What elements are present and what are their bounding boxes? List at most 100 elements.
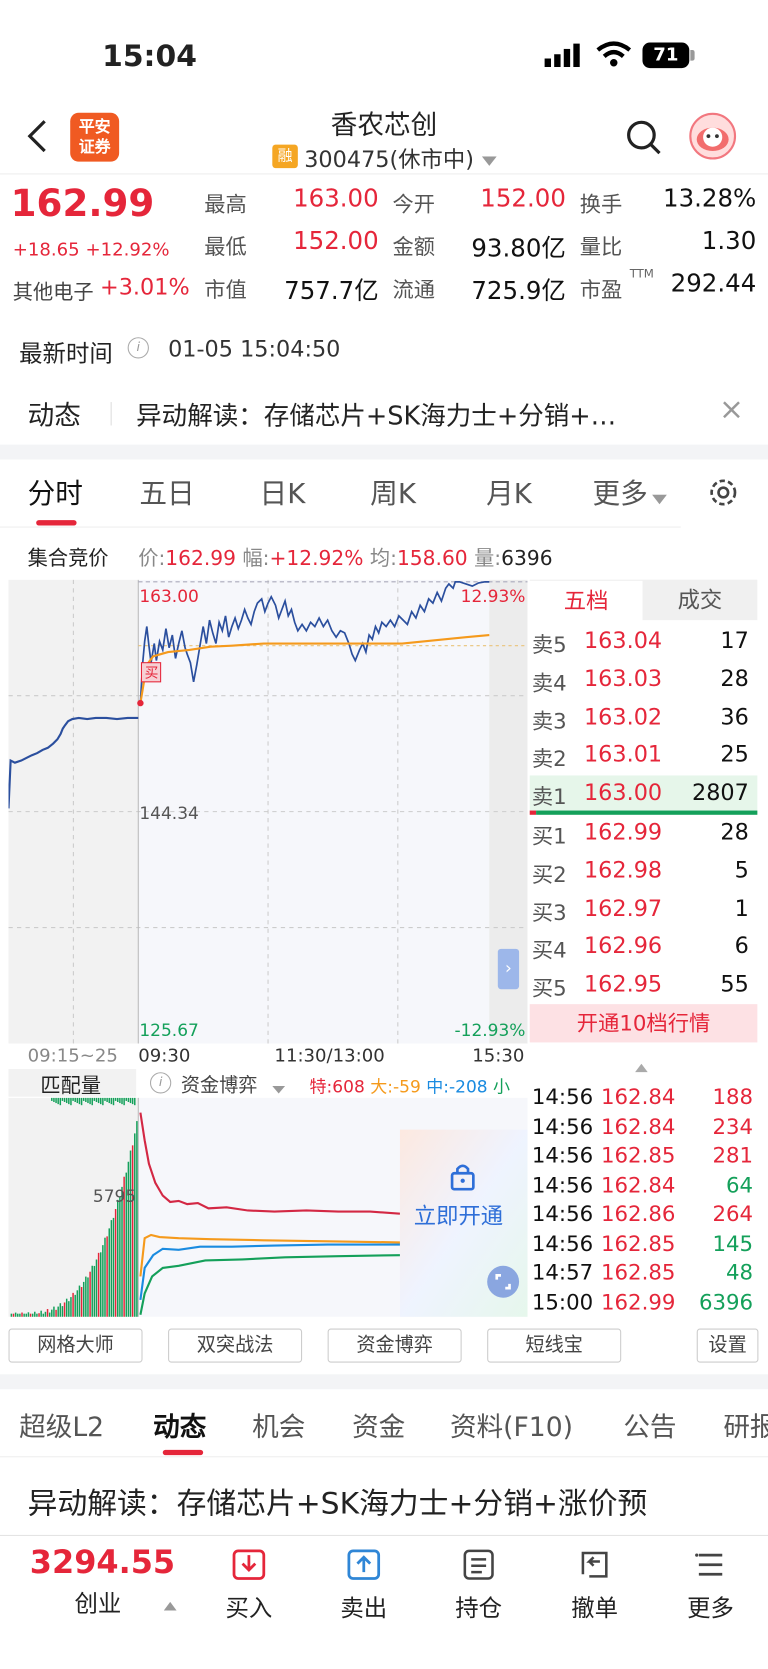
tab-chart-4[interactable]: 月K [486,472,532,511]
section-tab[interactable]: 机会 [252,1406,305,1444]
tab-chart-3[interactable]: 周K [370,472,416,511]
match-volume-bar [31,1313,34,1317]
info-icon[interactable]: i [127,337,149,359]
dropdown-icon[interactable] [481,151,497,171]
index-expand-icon[interactable] [163,1594,177,1614]
match-volume-bar [129,1150,132,1317]
gear-icon[interactable] [706,475,740,513]
unlock-button[interactable]: 立即开通 [414,1199,503,1231]
stat-label: 最低 [204,234,247,260]
match-volume-bar [65,1298,68,1317]
match-volume-bar [14,1312,17,1317]
match-volume-top-bar [123,1097,125,1106]
trade-volume: 188 [712,1083,754,1110]
action-button-label[interactable]: 买入 [217,1589,281,1623]
tool-button[interactable]: 网格大师 [8,1328,143,1363]
buy-icon[interactable] [231,1547,267,1587]
ask-price[interactable]: 163.04 [584,628,662,654]
news-headline[interactable]: 异动解读：存储芯片+SK海力士+分销+涨价预 [28,1481,762,1524]
ask-price[interactable]: 163.03 [584,666,662,692]
news-tag[interactable]: 动态 [28,395,81,433]
ask-price[interactable]: 163.00 [584,780,662,806]
tab-more[interactable]: 更多 [592,472,647,511]
tool-button[interactable]: 资金博弈 [327,1328,462,1363]
ask-volume: 17 [720,627,749,654]
bid-price[interactable]: 162.97 [584,895,662,921]
match-volume-top-bar [61,1097,64,1101]
match-volume-bar [119,1196,121,1317]
match-volume-bar [63,1302,66,1317]
stat-label: 金额 [392,234,436,260]
trade-time: 14:56 [531,1171,594,1198]
tool-button[interactable]: 双突战法 [168,1328,303,1363]
pe-ttm-label: TTM [629,266,654,281]
match-volume-bar [91,1265,93,1317]
close-icon[interactable]: × [719,391,744,426]
match-volume-bar [48,1312,51,1317]
trade-price: 162.86 [600,1200,676,1227]
tab-intraday[interactable]: 分时 [28,472,83,511]
indicator-select[interactable]: 资金博弈 [181,1070,258,1098]
match-volume-top-bar [68,1097,70,1105]
section-tab[interactable]: 超级L2 [19,1406,104,1444]
ask-level-label: 卖4 [531,669,567,696]
action-button-label[interactable]: 持仓 [447,1589,511,1623]
match-volume-bar [102,1245,104,1317]
more-icon[interactable] [692,1547,728,1587]
trade-time: 14:56 [531,1142,594,1168]
action-button-label[interactable]: 撤单 [563,1589,627,1623]
collapse-icon[interactable] [635,1056,648,1076]
stock-code-status[interactable]: 300475(休市中) [304,143,474,175]
tool-button[interactable]: 设置 [696,1328,759,1363]
ask-volume: 36 [720,703,749,730]
match-volume-top-bar [121,1097,123,1105]
chevron-down-icon[interactable] [652,489,667,509]
tool-button[interactable]: 短线宝 [487,1328,622,1363]
intraday-chart[interactable]: 买 163.00 144.34 125.67 12.93% -12.93% [7,579,528,1048]
match-volume-top-bar [93,1097,96,1101]
tab-trades[interactable]: 成交 [642,579,758,621]
index-name[interactable]: 创业 [74,1585,121,1619]
indicator-dropdown-icon[interactable] [272,1079,286,1099]
index-value[interactable]: 3294.55 [30,1544,175,1581]
position-icon[interactable] [461,1547,497,1587]
trade-time: 14:56 [531,1230,594,1256]
trade-time: 14:56 [531,1113,594,1139]
ask-price[interactable]: 163.01 [584,742,662,768]
sector-name[interactable]: 其他电子 [13,277,94,306]
ask-volume: 28 [720,665,749,692]
stat-value: 292.44 [670,270,757,298]
stat-value: 1.30 [701,227,757,256]
action-button-label[interactable]: 更多 [679,1589,743,1623]
status-time: 15:04 [102,38,197,74]
avatar[interactable] [689,112,737,160]
bid-price[interactable]: 162.98 [584,857,662,883]
match-volume-top-bar [110,1097,113,1105]
trade-price: 162.99 [600,1288,676,1315]
time-open: 09:30 [138,1045,191,1067]
cancel-order-icon[interactable] [577,1547,613,1587]
match-volume-bar [110,1220,113,1317]
section-tab[interactable]: 研报 [723,1406,768,1444]
tab-chart-1[interactable]: 五日 [139,472,194,511]
indicator-info-icon[interactable]: i [149,1072,172,1094]
level10-button[interactable]: 开通10档行情 [529,1004,758,1043]
bid-price[interactable]: 162.96 [584,933,662,959]
action-button-label[interactable]: 卖出 [332,1589,396,1623]
ask-price[interactable]: 163.02 [584,704,662,730]
section-tab[interactable]: 资料(F10) [450,1406,573,1444]
section-tab[interactable]: 公告 [623,1406,676,1444]
news-ticker[interactable]: 异动解读：存储芯片+SK海力士+分销+… [136,395,710,432]
expand-panel-button[interactable]: › [497,948,520,990]
tab-order-book[interactable]: 五档 [529,579,643,621]
section-tab[interactable]: 动态 [153,1406,206,1444]
match-volume-label: 匹配量 [40,1074,102,1098]
tab-chart-2[interactable]: 日K [260,472,306,511]
search-icon[interactable] [625,119,661,159]
match-volume-bar [76,1290,79,1317]
bid-price[interactable]: 162.99 [584,819,662,845]
section-tab[interactable]: 资金 [352,1406,405,1444]
fullscreen-icon[interactable] [487,1265,520,1298]
sell-icon[interactable] [346,1547,382,1587]
bid-price[interactable]: 162.95 [584,971,662,997]
